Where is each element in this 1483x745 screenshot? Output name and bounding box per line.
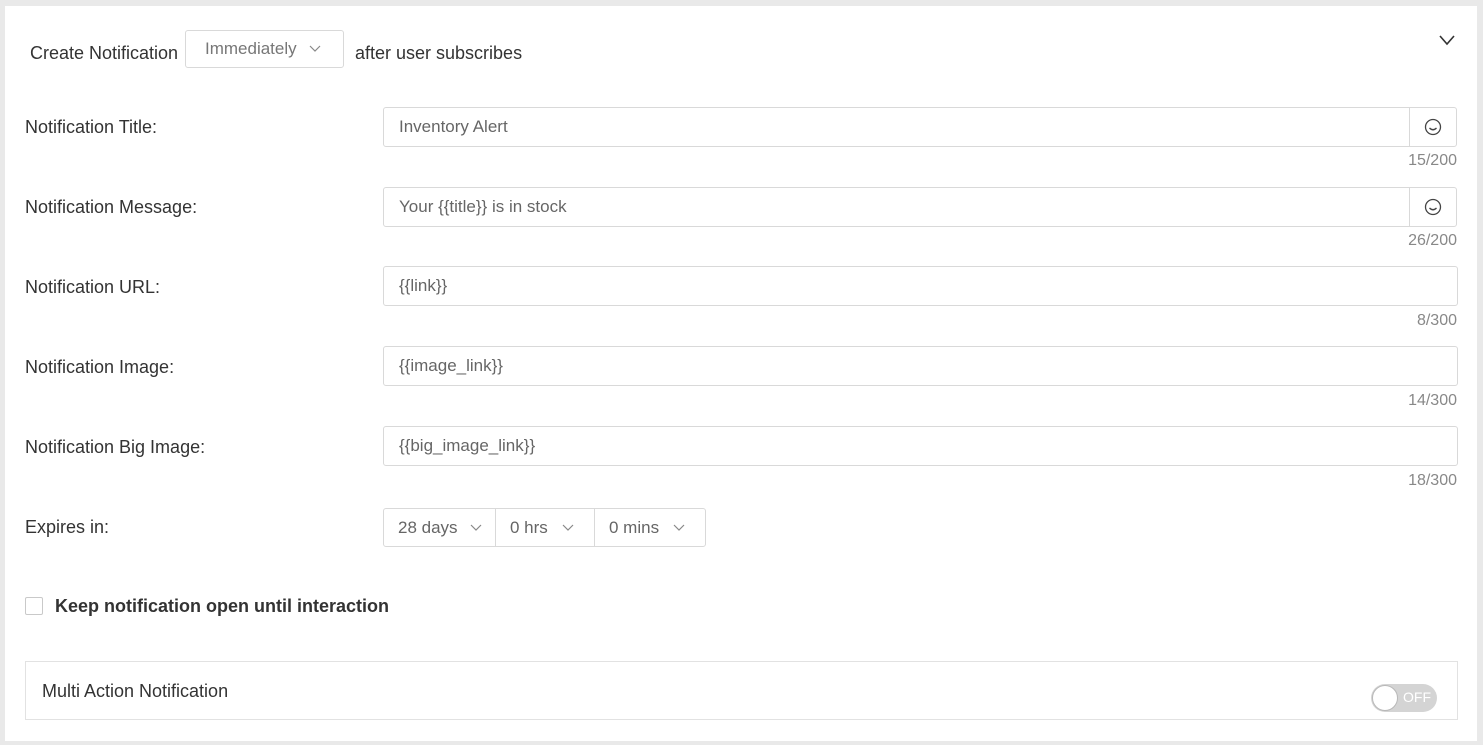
chevron-down-icon bbox=[673, 524, 685, 532]
expires-days-value: 28 days bbox=[398, 517, 458, 537]
expires-selector: 28 days 0 hrs 0 mins bbox=[383, 508, 706, 547]
expires-label: Expires in: bbox=[25, 517, 110, 537]
chevron-down-icon bbox=[562, 524, 574, 532]
notification-url-label: Notification URL: bbox=[25, 277, 161, 297]
big-image-char-counter: 18/300 bbox=[1408, 472, 1457, 489]
url-char-counter: 8/300 bbox=[1416, 312, 1457, 329]
notification-url-input[interactable]: {{link}} bbox=[383, 266, 1458, 306]
keep-open-label[interactable]: Keep notification open until interaction bbox=[55, 596, 389, 617]
timing-dropdown-value: Immediately bbox=[205, 39, 297, 58]
multi-action-toggle[interactable]: OFF bbox=[1371, 684, 1437, 712]
notification-title-label: Notification Title: bbox=[25, 117, 158, 137]
notification-title-input[interactable]: Inventory Alert bbox=[383, 107, 1457, 147]
toggle-knob bbox=[1372, 685, 1398, 711]
notification-image-input[interactable]: {{image_link}} bbox=[383, 346, 1458, 386]
chevron-down-icon bbox=[309, 45, 321, 53]
chevron-down-icon[interactable] bbox=[1439, 33, 1455, 51]
multi-action-label: Multi Action Notification bbox=[42, 681, 229, 701]
notification-image-value: {{image_link}} bbox=[399, 356, 503, 375]
toggle-state-text: OFF bbox=[1403, 689, 1431, 705]
notification-title-value: Inventory Alert bbox=[399, 117, 508, 136]
expires-hours-dropdown[interactable]: 0 hrs bbox=[495, 509, 594, 546]
expires-days-dropdown[interactable]: 28 days bbox=[384, 509, 495, 546]
notification-message-value: Your {{title}} is in stock bbox=[399, 197, 567, 216]
title-char-counter: 15/200 bbox=[1408, 152, 1457, 169]
notification-settings-panel: Create Notification Immediately after us… bbox=[5, 6, 1477, 741]
expires-hours-value: 0 hrs bbox=[510, 517, 548, 537]
expires-mins-dropdown[interactable]: 0 mins bbox=[594, 509, 705, 546]
notification-big-image-label: Notification Big Image: bbox=[25, 437, 206, 457]
chevron-down-icon bbox=[470, 524, 482, 532]
notification-message-input[interactable]: Your {{title}} is in stock bbox=[383, 187, 1457, 227]
notification-url-value: {{link}} bbox=[399, 276, 448, 295]
notification-big-image-value: {{big_image_link}} bbox=[399, 436, 536, 455]
timing-dropdown[interactable]: Immediately bbox=[185, 30, 344, 68]
smiley-icon[interactable] bbox=[1409, 108, 1456, 146]
notification-big-image-input[interactable]: {{big_image_link}} bbox=[383, 426, 1458, 466]
message-char-counter: 26/200 bbox=[1408, 232, 1457, 249]
after-subscribe-label: after user subscribes bbox=[355, 43, 523, 63]
notification-message-label: Notification Message: bbox=[25, 197, 198, 217]
image-char-counter: 14/300 bbox=[1408, 392, 1457, 409]
smiley-icon[interactable] bbox=[1409, 188, 1456, 226]
multi-action-section: Multi Action Notification OFF bbox=[25, 661, 1458, 720]
expires-mins-value: 0 mins bbox=[609, 517, 660, 537]
notification-image-label: Notification Image: bbox=[25, 357, 175, 377]
keep-open-checkbox[interactable] bbox=[25, 597, 43, 615]
create-notification-label: Create Notification bbox=[30, 43, 179, 63]
